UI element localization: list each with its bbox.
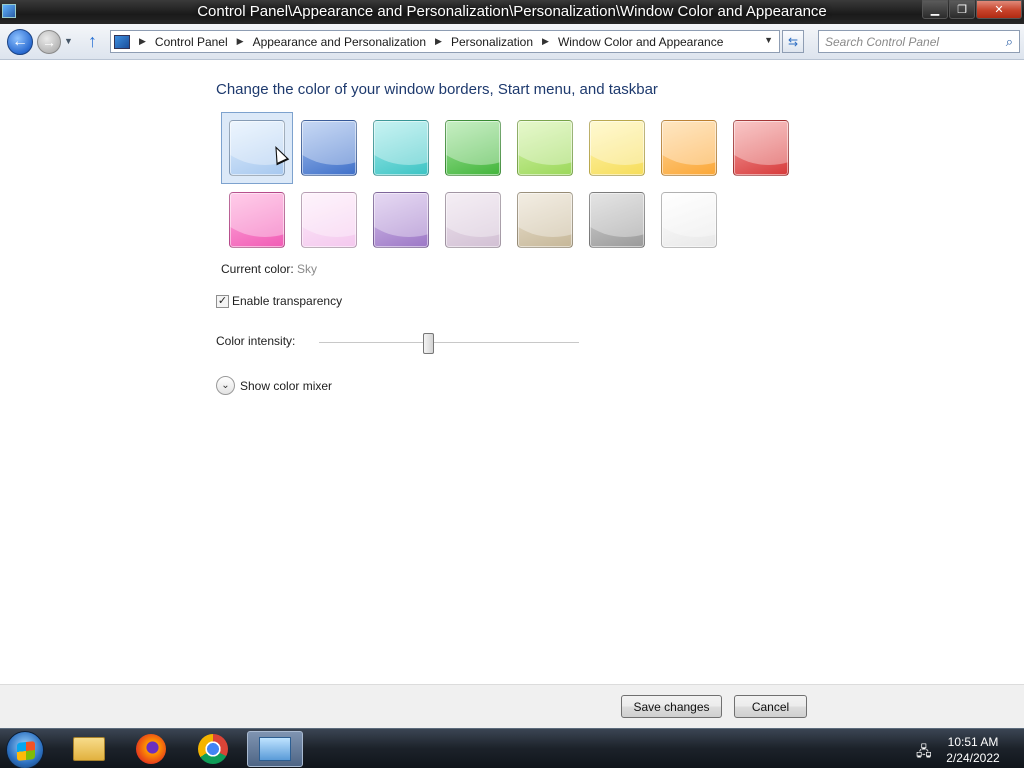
control-panel-icon xyxy=(259,737,291,761)
address-bar[interactable]: ▶ Control Panel ▶ Appearance and Persona… xyxy=(110,30,780,53)
color-swatch-8[interactable] xyxy=(725,112,797,184)
taskbar-control-panel[interactable] xyxy=(247,731,303,767)
windows-logo-icon xyxy=(17,741,35,761)
current-color: Current color: Sky xyxy=(221,262,317,276)
color-swatch-fill xyxy=(661,192,717,248)
color-swatch-fill xyxy=(589,192,645,248)
color-swatch-12[interactable] xyxy=(437,184,509,256)
color-intensity-slider-track[interactable] xyxy=(319,342,579,344)
breadcrumb-separator-icon[interactable]: ▶ xyxy=(237,36,244,47)
navigation-bar: ← → ▼ ↑ ▶ Control Panel ▶ Appearance and… xyxy=(0,24,1024,60)
forward-button[interactable]: → xyxy=(37,30,61,54)
color-swatch-4[interactable] xyxy=(437,112,509,184)
taskbar-chrome[interactable] xyxy=(185,731,241,767)
color-intensity-slider-thumb[interactable] xyxy=(423,333,434,354)
current-color-value: Sky xyxy=(297,262,318,276)
breadcrumb-separator-icon[interactable]: ▶ xyxy=(435,36,442,47)
enable-transparency-checkbox[interactable]: ✓ xyxy=(216,294,229,308)
breadcrumb-separator-icon[interactable]: ▶ xyxy=(542,36,549,47)
window-controls: ▁ ❐ ✕ xyxy=(921,0,1022,19)
enable-transparency-label[interactable]: Enable transparency xyxy=(232,294,342,308)
breadcrumb-window-color-and-appearance[interactable]: Window Color and Appearance xyxy=(558,35,723,49)
system-clock[interactable]: 10:51 AM 2/24/2022 xyxy=(940,734,1006,766)
color-swatch-7[interactable] xyxy=(653,112,725,184)
color-swatch-2[interactable] xyxy=(293,112,365,184)
chevron-down-icon[interactable]: ⌄ xyxy=(216,376,235,395)
enable-transparency-option[interactable]: ✓ Enable transparency xyxy=(216,294,342,308)
page-heading: Change the color of your window borders,… xyxy=(216,81,658,98)
start-button[interactable] xyxy=(6,731,44,768)
refresh-button[interactable]: ⇆ xyxy=(782,30,804,53)
show-color-mixer-label[interactable]: Show color mixer xyxy=(240,379,332,393)
firefox-icon xyxy=(136,734,166,764)
folder-icon xyxy=(73,737,105,761)
color-swatch-fill xyxy=(301,192,357,248)
color-swatch-14[interactable] xyxy=(581,184,653,256)
show-color-mixer-toggle[interactable]: ⌄ Show color mixer xyxy=(216,376,332,395)
clock-date: 2/24/2022 xyxy=(946,751,1000,765)
back-button[interactable]: ← xyxy=(7,29,33,55)
color-swatch-13[interactable] xyxy=(509,184,581,256)
color-swatch-fill xyxy=(373,192,429,248)
recent-pages-dropdown-icon[interactable]: ▼ xyxy=(64,36,73,46)
color-swatch-fill xyxy=(517,192,573,248)
search-icon[interactable]: ⌕ xyxy=(1006,34,1013,50)
minimize-button[interactable]: ▁ xyxy=(922,0,948,19)
color-swatch-9[interactable] xyxy=(221,184,293,256)
clock-time: 10:51 AM xyxy=(947,735,999,749)
color-intensity-label: Color intensity: xyxy=(216,334,296,348)
chrome-icon xyxy=(198,734,228,764)
network-icon[interactable]: 🖧 xyxy=(916,741,932,765)
color-swatch-6[interactable] xyxy=(581,112,653,184)
taskbar-file-explorer[interactable] xyxy=(61,731,117,767)
up-arrow-icon[interactable]: ↑ xyxy=(88,31,97,52)
color-swatch-15[interactable] xyxy=(653,184,725,256)
breadcrumb-appearance-and-personalization[interactable]: Appearance and Personalization xyxy=(253,35,426,49)
color-swatch-11[interactable] xyxy=(365,184,437,256)
color-swatch-fill xyxy=(517,120,573,176)
color-swatch-fill xyxy=(445,192,501,248)
color-swatch-fill xyxy=(445,120,501,176)
control-panel-icon xyxy=(114,34,130,49)
window-title: Control Panel\Appearance and Personaliza… xyxy=(197,3,827,20)
breadcrumb-personalization[interactable]: Personalization xyxy=(451,35,533,49)
color-swatch-fill xyxy=(661,120,717,176)
cancel-button[interactable]: Cancel xyxy=(734,695,807,718)
breadcrumb-separator-icon[interactable]: ▶ xyxy=(139,36,146,47)
close-button[interactable]: ✕ xyxy=(976,0,1022,19)
title-bar: Control Panel\Appearance and Personaliza… xyxy=(0,0,1024,24)
maximize-button[interactable]: ❐ xyxy=(949,0,975,19)
color-swatch-10[interactable] xyxy=(293,184,365,256)
save-changes-button[interactable]: Save changes xyxy=(621,695,722,718)
color-swatch-fill xyxy=(373,120,429,176)
breadcrumb-control-panel[interactable]: Control Panel xyxy=(155,35,228,49)
current-color-label: Current color: xyxy=(221,262,294,276)
taskbar: 🖧 10:51 AM 2/24/2022 xyxy=(0,728,1024,768)
search-input[interactable] xyxy=(825,32,995,52)
taskbar-firefox[interactable] xyxy=(123,731,179,767)
color-swatch-fill xyxy=(733,120,789,176)
color-swatch-5[interactable] xyxy=(509,112,581,184)
search-box: ⌕ xyxy=(818,30,1020,53)
dialog-button-bar: Save changes Cancel xyxy=(0,684,1024,728)
color-swatch-fill xyxy=(301,120,357,176)
color-swatch-fill xyxy=(229,192,285,248)
color-swatch-fill xyxy=(589,120,645,176)
color-swatch-3[interactable] xyxy=(365,112,437,184)
address-dropdown-icon[interactable]: ▼ xyxy=(764,35,773,45)
